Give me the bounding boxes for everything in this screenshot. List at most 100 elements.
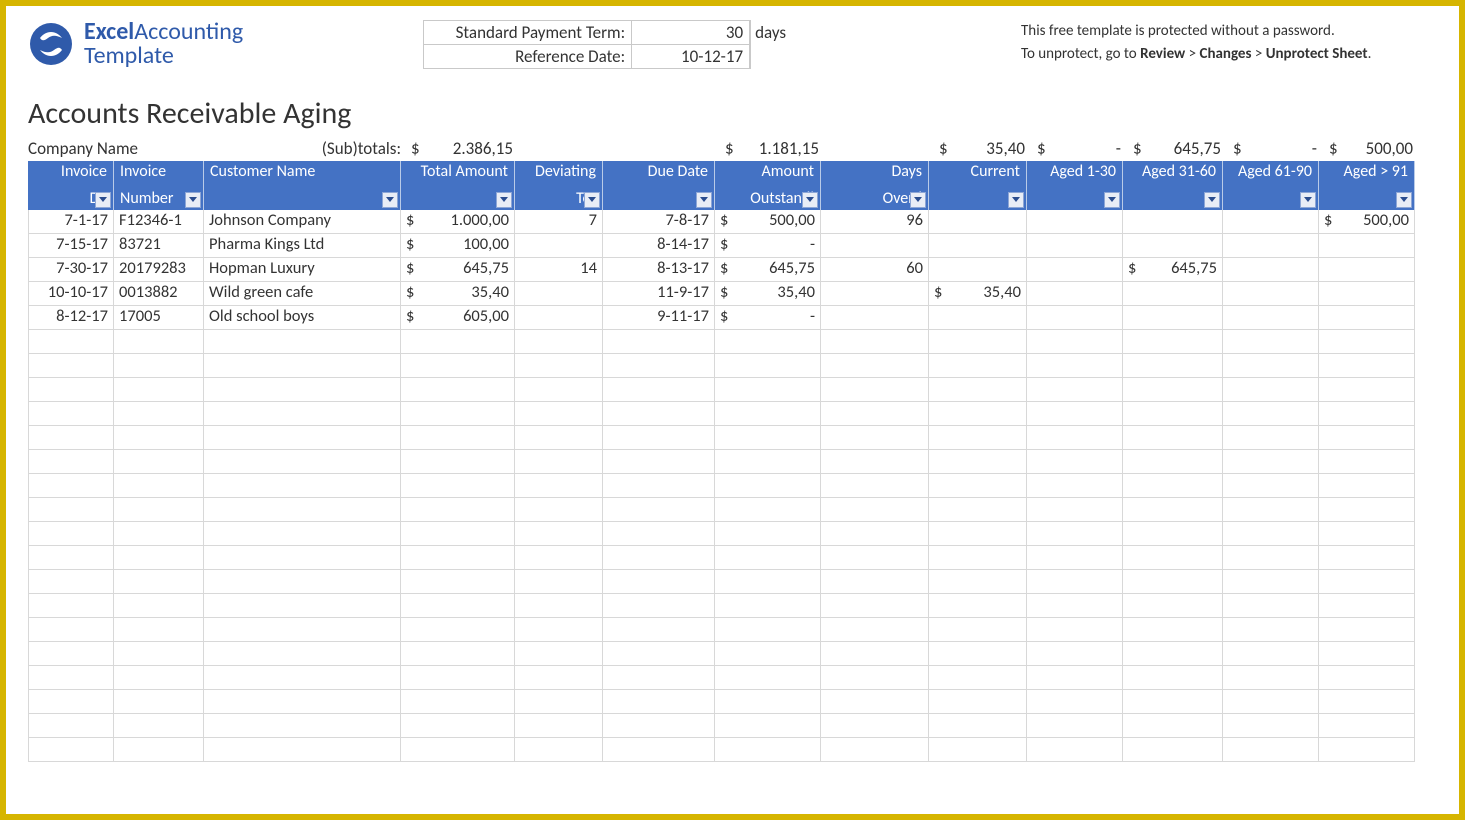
cell-customer-name[interactable]: Pharma Kings Ltd <box>204 234 401 258</box>
cell[interactable] <box>603 474 715 498</box>
cell[interactable] <box>114 426 204 450</box>
cell[interactable] <box>1123 210 1223 234</box>
cell[interactable] <box>204 714 401 738</box>
cell[interactable] <box>1123 426 1223 450</box>
cell[interactable] <box>1123 330 1223 354</box>
cell[interactable] <box>1223 354 1319 378</box>
cell[interactable] <box>1027 282 1123 306</box>
cell-invoice-date[interactable]: 10-10-17 <box>28 282 114 306</box>
cell[interactable] <box>1319 738 1415 762</box>
cell[interactable] <box>28 546 114 570</box>
cell[interactable] <box>204 474 401 498</box>
cell[interactable] <box>929 426 1027 450</box>
cell[interactable] <box>929 666 1027 690</box>
cell[interactable] <box>1123 618 1223 642</box>
cell[interactable] <box>715 330 821 354</box>
cell[interactable] <box>114 354 204 378</box>
cell[interactable] <box>1123 378 1223 402</box>
cell[interactable] <box>821 474 929 498</box>
cell-money[interactable]: $- <box>715 306 821 330</box>
cell[interactable] <box>515 450 603 474</box>
cell[interactable] <box>1319 402 1415 426</box>
cell[interactable] <box>1319 426 1415 450</box>
cell[interactable] <box>401 666 515 690</box>
cell[interactable] <box>1027 354 1123 378</box>
cell-money[interactable]: $35,40 <box>715 282 821 306</box>
cell[interactable] <box>401 450 515 474</box>
cell[interactable] <box>28 522 114 546</box>
cell-money[interactable]: $1.000,00 <box>401 210 515 234</box>
cell[interactable] <box>515 498 603 522</box>
cell[interactable] <box>28 594 114 618</box>
cell[interactable] <box>929 402 1027 426</box>
cell[interactable] <box>603 450 715 474</box>
cell[interactable] <box>821 426 929 450</box>
cell[interactable] <box>1223 402 1319 426</box>
cell[interactable] <box>1123 522 1223 546</box>
cell[interactable] <box>204 354 401 378</box>
cell[interactable] <box>929 594 1027 618</box>
cell[interactable] <box>1123 546 1223 570</box>
cell[interactable] <box>28 738 114 762</box>
cell-customer-name[interactable]: Johnson Company <box>204 210 401 234</box>
filter-icon[interactable] <box>1204 192 1220 208</box>
cell[interactable] <box>1223 450 1319 474</box>
cell-money[interactable]: $500,00 <box>715 210 821 234</box>
cell[interactable] <box>515 690 603 714</box>
cell[interactable] <box>114 714 204 738</box>
cell[interactable] <box>929 570 1027 594</box>
cell[interactable] <box>929 450 1027 474</box>
cell[interactable] <box>1123 354 1223 378</box>
cell[interactable] <box>821 546 929 570</box>
cell[interactable] <box>603 618 715 642</box>
cell[interactable] <box>929 330 1027 354</box>
cell[interactable] <box>821 498 929 522</box>
cell[interactable] <box>401 498 515 522</box>
cell[interactable] <box>603 546 715 570</box>
cell[interactable] <box>1223 378 1319 402</box>
col-aged-1-30[interactable]: Aged 1-30 <box>1027 161 1123 210</box>
cell[interactable] <box>715 738 821 762</box>
col-due-date[interactable]: Due Date <box>603 161 715 210</box>
cell[interactable] <box>603 354 715 378</box>
cell[interactable] <box>1223 546 1319 570</box>
cell-due-date[interactable]: 11-9-17 <box>603 282 715 306</box>
cell-invoice-number[interactable]: 20179283 <box>114 258 204 282</box>
cell[interactable] <box>114 738 204 762</box>
cell[interactable] <box>1319 546 1415 570</box>
cell[interactable] <box>204 402 401 426</box>
cell[interactable] <box>114 378 204 402</box>
cell[interactable] <box>929 258 1027 282</box>
cell[interactable] <box>28 354 114 378</box>
cell[interactable] <box>28 474 114 498</box>
cell[interactable] <box>821 738 929 762</box>
filter-icon[interactable] <box>1396 192 1412 208</box>
cell[interactable] <box>929 642 1027 666</box>
cell[interactable] <box>401 426 515 450</box>
cell[interactable] <box>1027 522 1123 546</box>
cell[interactable] <box>1123 666 1223 690</box>
cell[interactable] <box>114 402 204 426</box>
cell[interactable] <box>28 690 114 714</box>
cell[interactable] <box>1027 234 1123 258</box>
cell[interactable] <box>1223 690 1319 714</box>
cell[interactable] <box>515 594 603 618</box>
cell[interactable] <box>715 426 821 450</box>
cell[interactable] <box>929 474 1027 498</box>
filter-icon[interactable] <box>185 192 201 208</box>
cell[interactable] <box>1223 282 1319 306</box>
cell[interactable] <box>715 618 821 642</box>
cell[interactable] <box>715 570 821 594</box>
cell[interactable] <box>821 570 929 594</box>
cell[interactable] <box>114 570 204 594</box>
cell-money[interactable]: $100,00 <box>401 234 515 258</box>
cell[interactable] <box>715 498 821 522</box>
cell[interactable] <box>1319 234 1415 258</box>
cell[interactable] <box>1123 306 1223 330</box>
filter-icon[interactable] <box>382 192 398 208</box>
cell[interactable] <box>1319 330 1415 354</box>
cell[interactable] <box>204 450 401 474</box>
cell[interactable] <box>1223 666 1319 690</box>
cell[interactable] <box>204 546 401 570</box>
cell[interactable] <box>715 450 821 474</box>
